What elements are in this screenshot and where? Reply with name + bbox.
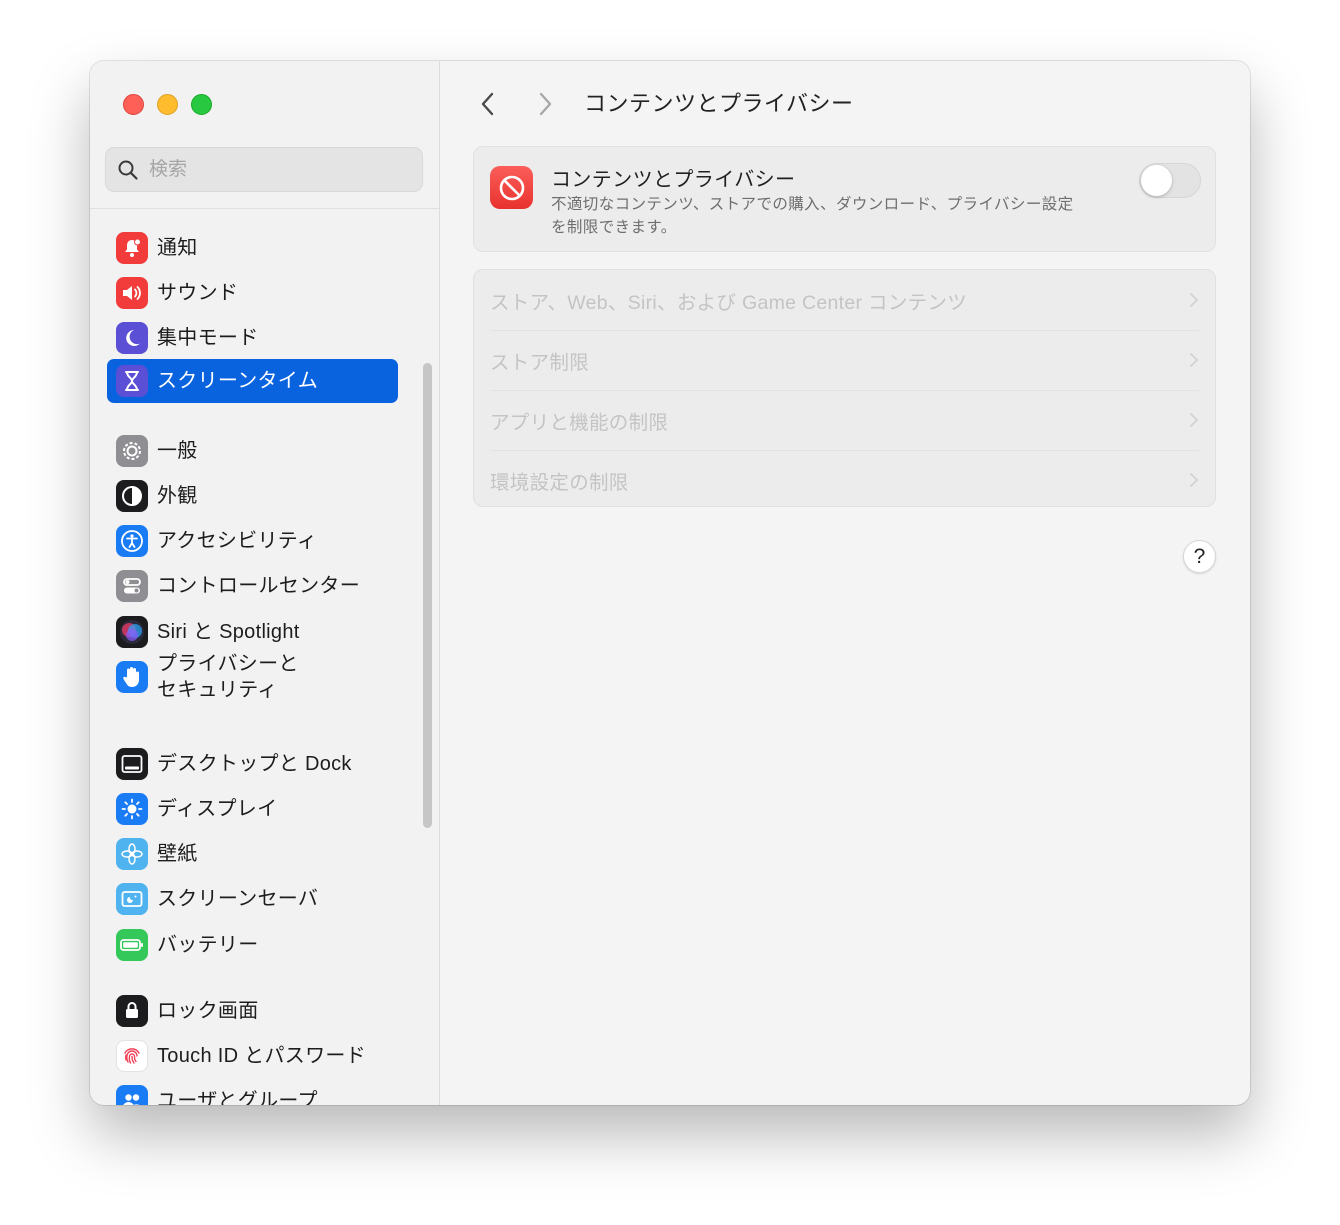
sidebar-item-label: 一般 [157,440,198,462]
list-item-store-restrictions[interactable]: ストア制限 [490,330,1199,391]
sidebar-item-accessibility[interactable]: アクセシビリティ [107,519,398,563]
sidebar-item-label: 外観 [157,485,198,507]
sidebar-item-label: バッテリー [157,934,259,956]
gear-icon [116,435,148,467]
chevron-right-icon [1190,293,1199,307]
list-item-label: 環境設定の制限 [490,471,629,494]
control-center-icon [116,570,148,602]
sidebar-item-notifications[interactable]: 通知 [107,226,398,270]
sidebar-item-label: コントロールセンター [157,575,360,597]
chevron-right-icon [1190,353,1199,367]
sun-icon [116,793,148,825]
sidebar-item-label: 集中モード [157,327,259,349]
forward-button[interactable] [530,89,560,119]
list-item-label: ストア制限 [490,351,590,374]
settings-window: 通知 サウンド 集中モード スクリーンタイム [90,61,1250,1105]
sidebar-item-label: 壁紙 [157,843,198,865]
sidebar-item-label: ロック画面 [157,1000,259,1022]
siri-icon [116,616,148,648]
sidebar-item-screen-saver[interactable]: スクリーンセーバ [107,877,398,921]
list-item-app-feature-restrictions[interactable]: アプリと機能の制限 [490,390,1199,451]
sidebar-item-users-groups[interactable]: ユーザとグループ [107,1079,398,1105]
hourglass-icon [116,365,148,397]
screensaver-icon [116,883,148,915]
prohibited-icon [490,166,533,209]
chevron-right-icon [1190,413,1199,427]
search-field[interactable] [105,147,423,192]
main-pane: コンテンツとプライバシー コンテンツとプライバシー 不適切なコンテンツ、ストアで… [440,61,1250,1105]
chevron-left-icon [481,92,494,116]
sidebar-item-label: サウンド [157,282,239,304]
hand-icon [116,661,148,693]
accessibility-icon [116,525,148,557]
sidebar-item-desktop-dock[interactable]: デスクトップと Dock [107,742,398,786]
sidebar-item-displays[interactable]: ディスプレイ [107,787,398,831]
list-item-label: アプリと機能の制限 [490,411,669,434]
sidebar-item-label: プライバシーと セキュリティ [157,651,299,703]
sidebar-item-control-center[interactable]: コントロールセンター [107,564,398,608]
flower-icon [116,838,148,870]
content-privacy-title: コンテンツとプライバシー [551,169,796,191]
sidebar: 通知 サウンド 集中モード スクリーンタイム [90,61,440,1105]
sidebar-item-label: スクリーンタイム [157,370,318,392]
sidebar-item-label: スクリーンセーバ [157,888,319,910]
close-window-button[interactable] [123,94,144,115]
sidebar-item-label: デスクトップと Dock [157,753,352,775]
zoom-window-button[interactable] [191,94,212,115]
sidebar-item-label: Touch ID とパスワード [157,1045,366,1067]
sidebar-item-sound[interactable]: サウンド [107,271,398,315]
sidebar-item-general[interactable]: 一般 [107,429,398,473]
sidebar-item-touch-id[interactable]: Touch ID とパスワード [107,1034,398,1078]
toggle-knob [1141,165,1172,196]
dock-icon [116,748,148,780]
content-privacy-description: 不適切なコンテンツ、ストアでの購入、ダウンロード、プライバシー設定 を制限できま… [551,193,1111,239]
sidebar-divider [90,208,439,209]
battery-icon [116,929,148,961]
restrictions-list: ストア、Web、Siri、および Game Center コンテンツ ストア制限… [473,269,1216,507]
sidebar-item-label: Siri と Spotlight [157,621,300,643]
sidebar-item-battery[interactable]: バッテリー [107,923,398,967]
appearance-icon [116,480,148,512]
window-controls [123,94,212,115]
sidebar-item-label-line1: プライバシーと [157,653,299,675]
list-item-label: ストア、Web、Siri、および Game Center コンテンツ [490,291,968,314]
speaker-icon [116,277,148,309]
content-privacy-card: コンテンツとプライバシー 不適切なコンテンツ、ストアでの購入、ダウンロード、プラ… [473,146,1216,252]
list-item-preference-restrictions[interactable]: 環境設定の制限 [490,450,1199,510]
moon-icon [116,322,148,354]
users-icon [116,1085,148,1105]
bell-icon [116,232,148,264]
sidebar-item-appearance[interactable]: 外観 [107,474,398,518]
list-item-store-web-siri-gamecenter[interactable]: ストア、Web、Siri、および Game Center コンテンツ [490,270,1199,331]
sidebar-item-label: アクセシビリティ [157,530,318,552]
content-privacy-description-line2: を制限できます。 [551,219,677,236]
help-button[interactable]: ? [1183,540,1216,573]
sidebar-item-wallpaper[interactable]: 壁紙 [107,832,398,876]
search-icon [118,160,138,180]
sidebar-item-lock-screen[interactable]: ロック画面 [107,989,398,1033]
content-privacy-toggle[interactable] [1139,163,1201,198]
lock-icon [116,995,148,1027]
back-button[interactable] [473,89,503,119]
fingerprint-icon [116,1040,148,1072]
chevron-right-icon [1190,473,1199,487]
search-input[interactable] [147,157,411,182]
chevron-right-icon [539,92,552,116]
sidebar-scrollbar[interactable] [423,363,432,828]
minimize-window-button[interactable] [157,94,178,115]
sidebar-item-focus[interactable]: 集中モード [107,316,398,360]
content-privacy-description-line1: 不適切なコンテンツ、ストアでの購入、ダウンロード、プライバシー設定 [551,196,1074,213]
sidebar-item-label: 通知 [157,237,198,259]
sidebar-item-privacy-security[interactable]: プライバシーと セキュリティ [107,648,398,706]
sidebar-item-label: ユーザとグループ [157,1090,318,1105]
sidebar-item-screen-time[interactable]: スクリーンタイム [107,359,398,403]
sidebar-item-label: ディスプレイ [157,798,278,820]
sidebar-item-label-line2: セキュリティ [157,679,278,701]
page-title: コンテンツとプライバシー [584,91,854,116]
